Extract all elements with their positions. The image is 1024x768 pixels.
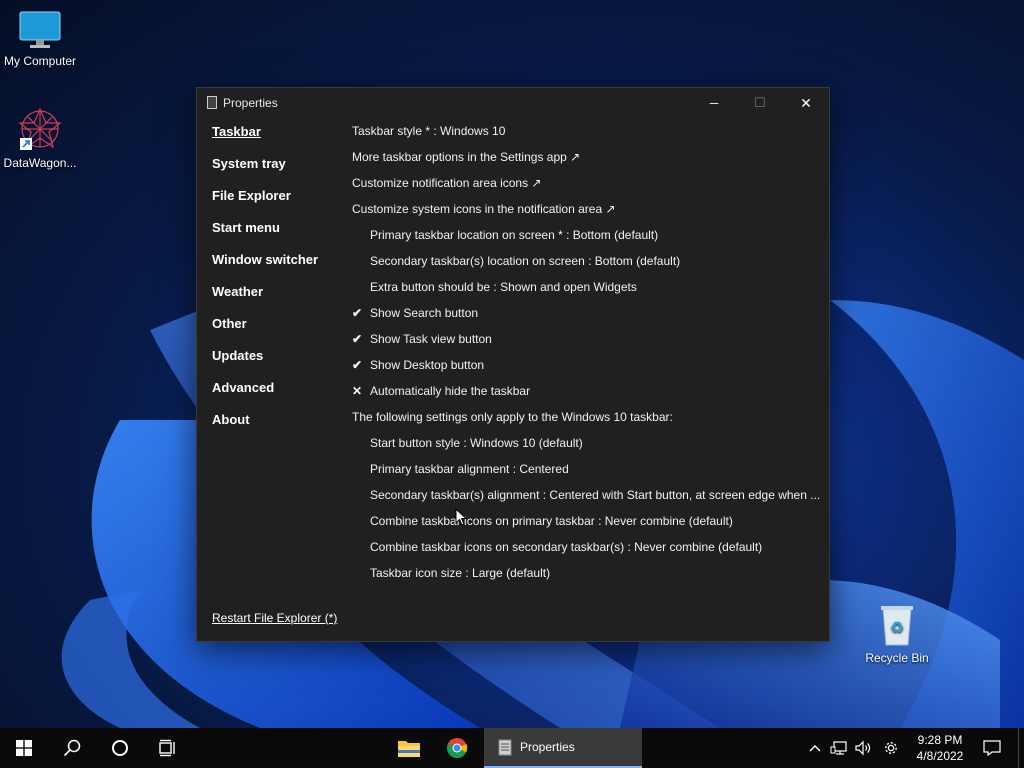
- link-system-icons[interactable]: Customize system icons in the notificati…: [352, 200, 822, 226]
- start-button[interactable]: [0, 728, 48, 768]
- checkbox-label: Automatically hide the taskbar: [370, 384, 531, 398]
- settings-nav: Taskbar System tray File Explorer Start …: [212, 124, 318, 444]
- minimize-icon: ─: [709, 96, 719, 110]
- cortana-circle-icon: [112, 740, 128, 756]
- setting-start-button-style[interactable]: Start button style : Windows 10 (default…: [352, 434, 822, 460]
- show-hidden-icons-button[interactable]: [804, 728, 826, 768]
- desktop-icon-label: Recycle Bin: [865, 651, 929, 665]
- checkbox-label: Show Desktop button: [370, 358, 485, 372]
- task-view-button[interactable]: [144, 728, 192, 768]
- nav-item-file-explorer[interactable]: File Explorer: [212, 188, 318, 220]
- setting-primary-alignment[interactable]: Primary taskbar alignment : Centered: [352, 460, 822, 486]
- taskbar-settings-list: Taskbar style * : Windows 10 More taskba…: [352, 122, 822, 590]
- file-explorer-taskbar-button[interactable]: [386, 728, 432, 768]
- cortana-button[interactable]: [96, 728, 144, 768]
- nav-item-updates[interactable]: Updates: [212, 348, 318, 380]
- link-settings-app[interactable]: More taskbar options in the Settings app…: [352, 148, 822, 174]
- recycle-bin-icon: ♻: [877, 603, 917, 647]
- setting-primary-location[interactable]: Primary taskbar location on screen * : B…: [352, 226, 822, 252]
- setting-combine-secondary[interactable]: Combine taskbar icons on secondary taskb…: [352, 538, 822, 564]
- show-desktop-button[interactable]: [1018, 728, 1024, 768]
- maximize-icon: ☐: [754, 95, 766, 110]
- cross-icon: ✕: [352, 384, 363, 398]
- properties-app-icon: [207, 96, 217, 109]
- close-button[interactable]: ✕: [783, 88, 829, 118]
- folder-icon: [398, 741, 420, 757]
- desktop-icon-recycle-bin[interactable]: ♻ Recycle Bin: [857, 603, 937, 665]
- action-center-button[interactable]: [978, 728, 1006, 768]
- search-button[interactable]: [48, 728, 96, 768]
- windows-logo-icon: [16, 740, 32, 756]
- desktop-icon-label: My Computer: [3, 54, 77, 68]
- nav-item-system-tray[interactable]: System tray: [212, 156, 318, 188]
- taskbar-clock[interactable]: 9:28 PM 4/8/2022: [906, 732, 974, 764]
- desktop-icon-my-computer[interactable]: My Computer: [0, 10, 80, 68]
- setting-combine-primary[interactable]: Combine taskbar icons on primary taskbar…: [352, 512, 822, 538]
- checkbox-label: Show Task view button: [370, 332, 492, 346]
- checkmark-icon: ✔: [352, 358, 363, 372]
- taskbar-button-label: Properties: [520, 740, 575, 754]
- nav-item-window-switcher[interactable]: Window switcher: [212, 252, 318, 284]
- speaker-icon: [855, 740, 871, 756]
- network-icon: [830, 741, 847, 755]
- desktop-icon-label: DataWagon...: [3, 156, 77, 170]
- task-view-icon: [159, 739, 175, 757]
- window-titlebar[interactable]: Properties ─ ☐ ✕: [197, 88, 829, 118]
- nav-item-other[interactable]: Other: [212, 316, 318, 348]
- restart-file-explorer-link[interactable]: Restart File Explorer (*): [212, 611, 337, 625]
- window-title: Properties: [223, 96, 278, 110]
- nav-item-weather[interactable]: Weather: [212, 284, 318, 316]
- properties-app-icon: [498, 739, 512, 756]
- datawagon-logo-icon: [16, 106, 64, 152]
- setting-taskbar-style[interactable]: Taskbar style * : Windows 10: [352, 122, 822, 148]
- properties-taskbar-button[interactable]: Properties: [484, 728, 642, 768]
- checkbox-label: Show Search button: [370, 306, 479, 320]
- checkbox-show-desktop[interactable]: ✔ Show Desktop button: [352, 356, 822, 382]
- clock-time: 9:28 PM: [917, 733, 963, 747]
- windows10-section-header: The following settings only apply to the…: [352, 410, 673, 424]
- clock-date: 4/8/2022: [916, 749, 964, 763]
- volume-button[interactable]: [852, 728, 874, 768]
- nav-item-start-menu[interactable]: Start menu: [212, 220, 318, 252]
- minimize-button[interactable]: ─: [691, 88, 737, 118]
- notification-icon: [983, 740, 1001, 756]
- setting-extra-button[interactable]: Extra button should be : Shown and open …: [352, 278, 822, 304]
- maximize-button[interactable]: ☐: [737, 88, 783, 118]
- setting-icon-size[interactable]: Taskbar icon size : Large (default): [352, 564, 822, 590]
- taskbar: Properties 9:28 PM 4/8/2022: [0, 728, 1024, 768]
- settings-tray-button[interactable]: [880, 728, 902, 768]
- link-notification-icons[interactable]: Customize notification area icons ↗: [352, 174, 822, 200]
- desktop-icon-datawagon[interactable]: DataWagon...: [0, 106, 80, 170]
- setting-secondary-location[interactable]: Secondary taskbar(s) location on screen …: [352, 252, 822, 278]
- chrome-icon: [446, 738, 468, 759]
- svg-text:♻: ♻: [890, 618, 904, 637]
- checkbox-auto-hide[interactable]: ✕ Automatically hide the taskbar: [352, 382, 822, 408]
- monitor-icon: [18, 10, 62, 50]
- properties-window: Properties ─ ☐ ✕ Taskbar System tray Fil…: [196, 87, 830, 642]
- checkmark-icon: ✔: [352, 306, 363, 320]
- close-icon: ✕: [800, 94, 812, 111]
- checkbox-show-task-view[interactable]: ✔ Show Task view button: [352, 330, 822, 356]
- search-icon: [63, 739, 81, 757]
- mouse-cursor-icon: [455, 508, 467, 526]
- checkmark-icon: ✔: [352, 332, 363, 346]
- chrome-taskbar-button[interactable]: [434, 728, 480, 768]
- checkbox-show-search[interactable]: ✔ Show Search button: [352, 304, 822, 330]
- nav-item-about[interactable]: About: [212, 412, 318, 444]
- nav-item-advanced[interactable]: Advanced: [212, 380, 318, 412]
- nav-item-taskbar[interactable]: Taskbar: [212, 124, 318, 156]
- network-button[interactable]: [828, 728, 850, 768]
- setting-secondary-alignment[interactable]: Secondary taskbar(s) alignment : Centere…: [352, 486, 822, 512]
- gear-icon: [885, 742, 897, 754]
- chevron-up-icon: [809, 745, 821, 752]
